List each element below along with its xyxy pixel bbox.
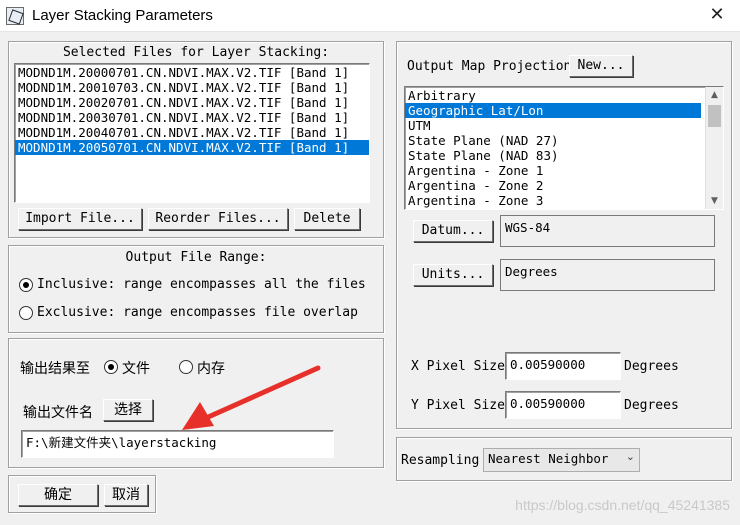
file-list-item[interactable]: MODND1M.20020701.CN.NDVI.MAX.V2.TIF [Ban… — [15, 95, 369, 110]
projection-list-item[interactable]: Arbitrary — [405, 88, 701, 103]
memory-radio[interactable] — [179, 360, 193, 374]
projection-list-item[interactable]: Geographic Lat/Lon — [405, 103, 701, 118]
output-range-group: Output File Range: Inclusive: range enco… — [8, 245, 384, 333]
units-value: Degrees — [500, 259, 715, 291]
exclusive-label[interactable]: Exclusive: range encompasses file overla… — [37, 305, 358, 320]
file-list-item[interactable]: MODND1M.20010703.CN.NDVI.MAX.V2.TIF [Ban… — [15, 80, 369, 95]
units-button[interactable]: Units... — [413, 264, 493, 286]
filename-label: 输出文件名 — [23, 405, 93, 421]
projection-list-item[interactable]: Argentina - Zone 2 — [405, 178, 701, 193]
cancel-button[interactable]: 取消 — [104, 484, 148, 506]
output-to-label: 输出结果至 — [20, 361, 90, 377]
inclusive-radio[interactable] — [19, 278, 33, 292]
reorder-files-button[interactable]: Reorder Files... — [148, 208, 288, 230]
x-pixel-size-input[interactable]: 0.00590000 — [505, 352, 621, 380]
selected-files-list[interactable]: MODND1M.20000701.CN.NDVI.MAX.V2.TIF [Ban… — [14, 63, 370, 203]
projection-list-item[interactable]: State Plane (NAD 27) — [405, 133, 701, 148]
exclusive-radio[interactable] — [19, 306, 33, 320]
file-list-item[interactable]: MODND1M.20030701.CN.NDVI.MAX.V2.TIF [Ban… — [15, 110, 369, 125]
projection-scrollbar[interactable]: ▲ ▼ — [705, 87, 723, 209]
delete-button[interactable]: Delete — [294, 208, 360, 230]
x-pixel-size-label: X Pixel Size — [411, 359, 505, 374]
y-pixel-size-label: Y Pixel Size — [411, 398, 505, 413]
y-pixel-size-input[interactable]: 0.00590000 — [505, 391, 621, 419]
resampling-group: Resampling Nearest Neighbor ⌄ — [396, 437, 732, 481]
scroll-up-icon[interactable]: ▲ — [706, 87, 723, 103]
scroll-thumb[interactable] — [708, 105, 721, 127]
projection-list-item[interactable]: Argentina - Zone 1 — [405, 163, 701, 178]
resampling-select[interactable]: Nearest Neighbor ⌄ — [483, 448, 640, 472]
projection-list-item[interactable]: State Plane (NAD 83) — [405, 148, 701, 163]
filename-input[interactable]: F:\新建文件夹\layerstacking — [21, 430, 334, 458]
selected-files-group: Selected Files for Layer Stacking: MODND… — [8, 41, 384, 238]
layer-stack-icon — [6, 7, 24, 25]
chevron-down-icon: ⌄ — [625, 450, 635, 463]
resampling-label: Resampling — [401, 453, 480, 468]
output-range-title: Output File Range: — [125, 250, 267, 265]
ok-button[interactable]: 确定 — [18, 484, 98, 506]
projection-list-item[interactable]: UTM — [405, 118, 701, 133]
dialog-buttons-group: 确定 取消 — [8, 475, 156, 513]
file-option-label[interactable]: 文件 — [122, 358, 150, 378]
resampling-value: Nearest Neighbor — [488, 451, 609, 466]
projection-group: Output Map Projection New... Arbitrary Ge… — [396, 41, 732, 429]
projection-list[interactable]: Arbitrary Geographic Lat/Lon UTM State Plan… — [404, 86, 724, 210]
file-list-item[interactable]: MODND1M.20000701.CN.NDVI.MAX.V2.TIF [Ban… — [15, 65, 369, 80]
file-radio[interactable] — [104, 360, 118, 374]
file-list-item[interactable]: MODND1M.20050701.CN.NDVI.MAX.V2.TIF [Ban… — [15, 140, 369, 155]
projection-label: Output Map Projection — [407, 59, 572, 74]
y-pixel-unit: Degrees — [624, 398, 679, 413]
datum-button[interactable]: Datum... — [413, 220, 493, 242]
memory-option-label[interactable]: 内存 — [197, 358, 225, 378]
projection-list-item[interactable]: Argentina - Zone 3 — [405, 193, 701, 208]
x-pixel-unit: Degrees — [624, 359, 679, 374]
datum-value: WGS-84 — [500, 215, 715, 247]
choose-file-button[interactable]: 选择 — [103, 399, 153, 421]
scroll-down-icon[interactable]: ▼ — [706, 193, 723, 209]
inclusive-label[interactable]: Inclusive: range encompasses all the fil… — [37, 277, 366, 292]
file-list-item[interactable]: MODND1M.20040701.CN.NDVI.MAX.V2.TIF [Ban… — [15, 125, 369, 140]
import-file-button[interactable]: Import File... — [18, 208, 142, 230]
new-projection-button[interactable]: New... — [569, 55, 633, 77]
window-title: Layer Stacking Parameters — [32, 7, 213, 24]
watermark-text: https://blog.csdn.net/qq_45241385 — [515, 497, 730, 513]
title-bar: Layer Stacking Parameters ✕ — [0, 0, 740, 32]
output-group: 输出结果至 文件 内存 输出文件名 选择 F:\新建文件夹\layerstack… — [8, 338, 384, 468]
close-icon[interactable]: ✕ — [708, 6, 726, 24]
selected-files-title: Selected Files for Layer Stacking: — [62, 45, 330, 60]
